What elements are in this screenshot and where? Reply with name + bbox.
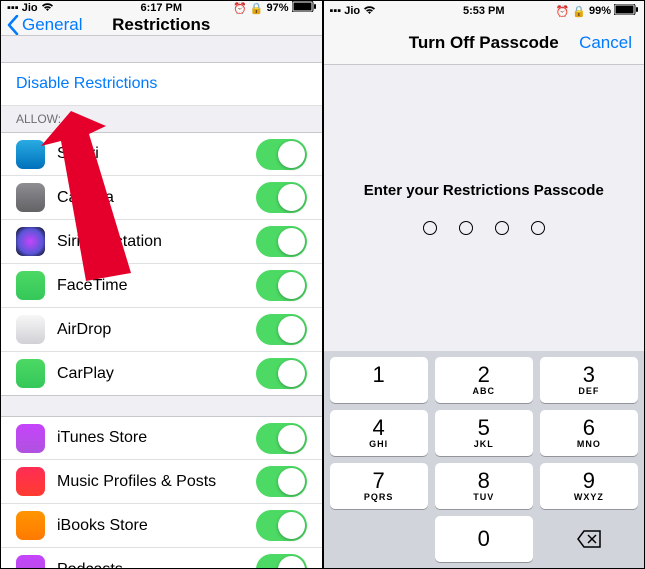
passcode-prompt: Enter your Restrictions Passcode xyxy=(364,182,604,199)
allow-toggle[interactable] xyxy=(256,466,307,497)
passcode-prompt-area: Enter your Restrictions Passcode xyxy=(324,65,645,351)
allow-toggle[interactable] xyxy=(256,358,307,389)
allow-toggle[interactable] xyxy=(256,510,307,541)
app-label: Camera xyxy=(57,189,256,207)
back-label: General xyxy=(22,15,82,35)
keypad-key-6[interactable]: 6MNO xyxy=(540,410,638,456)
app-label: iTunes Store xyxy=(57,429,256,447)
app-label: FaceTime xyxy=(57,277,256,295)
keypad-key-9[interactable]: 9WXYZ xyxy=(540,463,638,509)
page-title: Turn Off Passcode xyxy=(409,33,559,53)
allow-row: AirDrop xyxy=(1,308,322,352)
app-icon xyxy=(16,140,45,169)
status-bar: ▪▪▪ Jio 6:17 PM ⏰ 🔒 97% xyxy=(1,1,322,15)
allow-row: iTunes Store xyxy=(1,416,322,460)
passcode-dot xyxy=(459,221,473,235)
passcode-dot xyxy=(423,221,437,235)
allow-toggle[interactable] xyxy=(256,423,307,454)
app-label: Siri & Dictation xyxy=(57,233,256,251)
app-icon xyxy=(16,467,45,496)
passcode-screen: ▪▪▪ Jio 5:53 PM ⏰ 🔒 99% Turn Off Passcod… xyxy=(324,1,645,568)
allow-row: Music Profiles & Posts xyxy=(1,460,322,504)
keypad-key-1[interactable]: 1 xyxy=(330,357,428,403)
app-label: Music Profiles & Posts xyxy=(57,473,256,491)
numeric-keypad: 1 2ABC3DEF 4GHI5JKL6MNO 7PQRS8TUV9WXYZ0 xyxy=(324,351,645,568)
keypad-delete[interactable] xyxy=(540,516,638,562)
allow-header: ALLOW: xyxy=(1,106,322,132)
app-icon xyxy=(16,424,45,453)
allow-row: Podcasts xyxy=(1,548,322,568)
disable-restrictions-button[interactable]: Disable Restrictions xyxy=(1,62,322,106)
disable-restrictions-label: Disable Restrictions xyxy=(16,75,307,93)
keypad-key-2[interactable]: 2ABC xyxy=(435,357,533,403)
keypad-key-3[interactable]: 3DEF xyxy=(540,357,638,403)
keypad-key-5[interactable]: 5JKL xyxy=(435,410,533,456)
cancel-button[interactable]: Cancel xyxy=(579,33,632,53)
allow-row: Siri & Dictation xyxy=(1,220,322,264)
settings-list: Disable Restrictions ALLOW: Safari Camera… xyxy=(1,36,322,568)
app-icon xyxy=(16,555,45,568)
app-label: CarPlay xyxy=(57,365,256,383)
keypad-key-7[interactable]: 7PQRS xyxy=(330,463,428,509)
passcode-dot xyxy=(495,221,509,235)
allow-toggle[interactable] xyxy=(256,226,307,257)
allow-row: FaceTime xyxy=(1,264,322,308)
passcode-dots xyxy=(423,221,545,235)
app-icon xyxy=(16,359,45,388)
app-icon xyxy=(16,315,45,344)
passcode-dot xyxy=(531,221,545,235)
keypad-key-4[interactable]: 4GHI xyxy=(330,410,428,456)
allow-toggle[interactable] xyxy=(256,182,307,213)
app-label: Podcasts xyxy=(57,561,256,569)
app-icon xyxy=(16,511,45,540)
allow-row: Camera xyxy=(1,176,322,220)
allow-toggle[interactable] xyxy=(256,554,307,568)
keypad-key-0[interactable]: 0 xyxy=(435,516,533,562)
keypad-key-8[interactable]: 8TUV xyxy=(435,463,533,509)
restrictions-screen: ▪▪▪ Jio 6:17 PM ⏰ 🔒 97% General Restrict… xyxy=(1,1,322,568)
allow-toggle[interactable] xyxy=(256,314,307,345)
keypad-blank xyxy=(330,516,428,562)
allow-toggle[interactable] xyxy=(256,270,307,301)
allow-row: CarPlay xyxy=(1,352,322,396)
app-icon xyxy=(16,183,45,212)
app-icon xyxy=(16,271,45,300)
status-bar: ▪▪▪ Jio 5:53 PM ⏰ 🔒 99% xyxy=(324,1,645,21)
backspace-icon xyxy=(577,530,601,548)
nav-bar: Turn Off Passcode Cancel xyxy=(324,21,645,65)
clock: 6:17 PM xyxy=(1,2,322,14)
allow-toggle[interactable] xyxy=(256,139,307,170)
app-label: Safari xyxy=(57,145,256,163)
nav-bar: General Restrictions xyxy=(1,15,322,36)
allow-row: iBooks Store xyxy=(1,504,322,548)
allow-row: Safari xyxy=(1,132,322,176)
clock: 5:53 PM xyxy=(324,5,645,17)
app-icon xyxy=(16,227,45,256)
app-label: iBooks Store xyxy=(57,517,256,535)
page-title: Restrictions xyxy=(112,15,210,35)
back-button[interactable]: General xyxy=(7,15,82,35)
app-label: AirDrop xyxy=(57,321,256,339)
